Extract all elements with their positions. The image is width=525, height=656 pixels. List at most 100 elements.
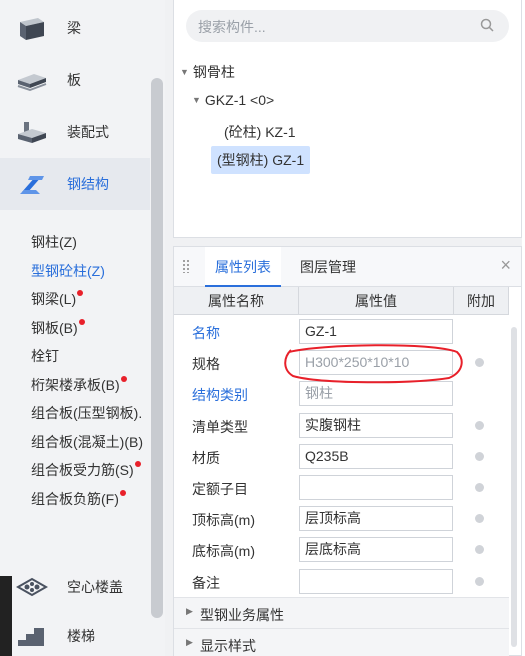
new-badge-icon xyxy=(120,375,127,382)
attach-toggle-icon[interactable] xyxy=(475,483,484,492)
sidebar-item-steel-4[interactable]: 栓钉 xyxy=(31,346,59,366)
sidebar-item-label: 组合板受力筋(S) xyxy=(31,462,134,478)
property-value-field[interactable]: H300*250*10*10 xyxy=(299,350,453,376)
attach-toggle-icon[interactable] xyxy=(475,514,484,524)
sidebar-category-label: 钢结构 xyxy=(67,176,109,192)
tree-node-steel-column[interactable]: (型钢柱) GZ-1 xyxy=(211,146,311,174)
sidebar-item-steel-0[interactable]: 钢柱(Z) xyxy=(31,232,77,252)
sidebar-item-steel-2[interactable]: 钢梁(L) xyxy=(31,289,84,309)
table-row: 顶标高(m) 层顶标高 xyxy=(174,503,509,534)
property-value-field[interactable] xyxy=(299,475,453,500)
attach-toggle-icon[interactable] xyxy=(475,358,484,368)
table-row: 底标高(m) 层底标高 xyxy=(174,534,509,565)
tree-node-root[interactable]: ▼ 钢骨柱 xyxy=(180,62,235,82)
property-value-field[interactable]: 层顶标高 xyxy=(299,506,453,532)
sidebar-item-steel-6[interactable]: 组合板(压型钢板). xyxy=(31,403,142,423)
sidebar-category-3[interactable]: 钢结构 xyxy=(0,158,150,210)
chevron-right-icon[interactable]: ▶ xyxy=(186,606,193,617)
attach-toggle-icon[interactable] xyxy=(475,545,484,555)
sidebar-item-label: 组合板负筋(F) xyxy=(31,490,119,507)
property-section-1[interactable]: ▶ 显示样式 xyxy=(174,628,509,656)
tab-layers[interactable]: 图层管理 xyxy=(290,247,366,287)
property-name: 备注 xyxy=(192,574,220,591)
sidebar-category-5[interactable]: 楼梯 xyxy=(0,610,150,656)
sidebar-category-2[interactable]: 装配式 xyxy=(0,106,150,158)
tree-node-gkz[interactable]: ▼ GKZ-1 <0> xyxy=(192,92,274,108)
sidebar-item-label: 组合板(混凝土)(B) xyxy=(31,433,143,450)
property-value-field[interactable]: GZ-1 xyxy=(299,319,453,344)
sidebar-category-label: 楼梯 xyxy=(67,628,95,644)
sidebar-category-label: 板 xyxy=(67,72,81,88)
sidebar-category-0[interactable]: 梁 xyxy=(0,2,150,54)
attach-toggle-icon[interactable] xyxy=(475,451,484,461)
chevron-down-icon[interactable]: ▼ xyxy=(180,67,189,77)
slab-icon xyxy=(17,74,47,92)
property-name: 顶标高(m) xyxy=(192,512,255,529)
sidebar-item-label: 桁架楼承板(B) xyxy=(31,376,120,393)
sidebar-item-label: 组合板(压型钢板). xyxy=(31,405,143,421)
hollow-floor-icon xyxy=(16,577,48,597)
sidebar-item-steel-7[interactable]: 组合板(混凝土)(B) xyxy=(31,432,143,452)
property-name: 材质 xyxy=(192,449,220,466)
new-badge-icon xyxy=(77,290,84,296)
property-name: 定额子目 xyxy=(192,481,248,497)
panel-divider[interactable] xyxy=(165,0,173,656)
close-icon[interactable]: × xyxy=(500,255,511,276)
search-icon[interactable] xyxy=(480,18,494,32)
property-value-field[interactable]: 实腹钢柱 xyxy=(299,412,453,438)
steel-structure-icon xyxy=(20,176,44,194)
property-section-0[interactable]: ▶ 型钢业务属性 xyxy=(174,597,509,628)
chevron-down-icon[interactable]: ▼ xyxy=(192,95,201,105)
property-name: 名称 xyxy=(192,325,220,341)
property-tabs: 属性列表 图层管理 × xyxy=(174,247,521,287)
new-badge-icon xyxy=(78,318,85,325)
drag-handle-icon[interactable] xyxy=(182,259,190,273)
sidebar-item-steel-1[interactable]: 型钢砼柱(Z) xyxy=(31,261,105,281)
component-sidebar: 梁板装配式钢结构空心楼盖楼梯 钢柱(Z) 型钢砼柱(Z) 钢梁(L) 钢板(B) 栓钉桁… xyxy=(0,0,165,656)
sidebar-category-label: 空心楼盖 xyxy=(67,579,123,595)
property-value-field[interactable]: 层底标高 xyxy=(299,537,453,563)
sidebar-category-label: 梁 xyxy=(67,20,81,36)
sidebar-item-steel-5[interactable]: 桁架楼承板(B) xyxy=(31,375,127,395)
window-edge xyxy=(0,576,12,656)
sidebar-item-steel-9[interactable]: 组合板负筋(F) xyxy=(31,489,126,509)
table-row: 定额子目 xyxy=(174,472,509,503)
new-badge-icon xyxy=(119,489,126,496)
property-name: 清单类型 xyxy=(192,418,248,435)
attach-toggle-icon[interactable] xyxy=(475,576,484,586)
property-value-field[interactable]: Q235B xyxy=(299,443,453,469)
table-row: 备注 xyxy=(174,566,509,597)
stairs-icon xyxy=(18,628,44,646)
attach-toggle-icon[interactable] xyxy=(475,420,484,430)
tree-node-concrete-column[interactable]: (砼柱) KZ-1 xyxy=(224,122,296,142)
header-name: 属性名称 xyxy=(174,287,299,315)
search-placeholder: 搜索构件... xyxy=(198,19,266,35)
sidebar-item-steel-8[interactable]: 组合板受力筋(S) xyxy=(31,460,141,480)
panel-gap xyxy=(173,238,522,246)
table-row: 名称 GZ-1 xyxy=(174,316,509,347)
prefab-icon xyxy=(18,122,46,143)
property-value-field[interactable]: 钢柱 xyxy=(299,381,453,407)
chevron-right-icon[interactable]: ▶ xyxy=(186,637,193,648)
sidebar-item-label: 钢板(B) xyxy=(31,319,78,336)
property-name: 规格 xyxy=(192,356,220,373)
sidebar-item-steel-3[interactable]: 钢板(B) xyxy=(31,318,85,338)
property-name: 结构类别 xyxy=(192,387,248,404)
table-row: 材质 Q235B xyxy=(174,441,509,472)
component-tree-panel: 搜索构件... ▼ 钢骨柱 ▼ GKZ-1 <0> (砼柱) KZ-1 (型钢柱) … xyxy=(173,0,522,238)
sidebar-category-4[interactable]: 空心楼盖 xyxy=(0,561,150,613)
sidebar-category-1[interactable]: 板 xyxy=(0,54,150,106)
property-value-field[interactable] xyxy=(299,568,453,594)
beam-icon xyxy=(20,18,44,40)
sidebar-item-label: 栓钉 xyxy=(31,348,59,364)
tab-properties[interactable]: 属性列表 xyxy=(205,247,281,287)
section-label: 型钢业务属性 xyxy=(200,607,284,623)
section-label: 显示样式 xyxy=(200,638,256,654)
app-window: 梁板装配式钢结构空心楼盖楼梯 钢柱(Z) 型钢砼柱(Z) 钢梁(L) 钢板(B) 栓钉桁… xyxy=(0,0,525,656)
table-row: 规格 H300*250*10*10 xyxy=(174,347,509,378)
header-value: 属性值 xyxy=(299,287,454,315)
sidebar-scrollbar-thumb[interactable] xyxy=(151,78,163,618)
new-badge-icon xyxy=(134,461,141,467)
table-row: 清单类型 实腹钢柱 xyxy=(174,410,509,441)
property-scrollbar[interactable] xyxy=(511,327,517,647)
